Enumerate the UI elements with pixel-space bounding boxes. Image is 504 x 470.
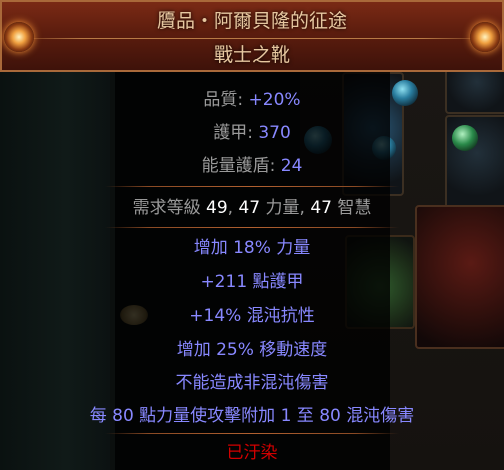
property-label: 護甲: <box>213 123 259 143</box>
requirement-int: 47 <box>310 198 332 218</box>
tooltip-header: 贗品・阿爾貝隆的征途 戰士之靴 <box>0 0 504 72</box>
modifier-line: 增加 18% 力量 <box>193 238 311 258</box>
modifier-line: +14% 混沌抗性 <box>189 306 315 326</box>
property-value: 370 <box>258 123 291 143</box>
header-divider <box>8 38 496 39</box>
section-divider <box>105 186 399 187</box>
item-name: 贗品・阿爾貝隆的征途 <box>156 10 347 32</box>
property-value: 24 <box>280 156 303 176</box>
item-tooltip: 贗品・阿爾貝隆的征途 戰士之靴 品質: +20% 護甲: 370 能量護盾: 2… <box>0 0 504 470</box>
requirement-level: 49 <box>206 198 228 218</box>
property-armour: 護甲: 370 <box>0 121 504 145</box>
modifier-line: 每 80 點力量使攻擊附加 1 至 80 混沌傷害 <box>89 406 415 426</box>
requirement-separator: , <box>299 198 311 218</box>
section-divider <box>105 227 399 228</box>
requirement-str: 47 <box>238 198 261 218</box>
requirements-line: 需求等級 49, 47 力量, 47 智慧 <box>0 196 504 220</box>
modifier-line: +211 點護甲 <box>200 272 304 292</box>
requirement-prefix: 需求等級 <box>132 198 207 218</box>
corrupted-label: 已汙染 <box>226 443 278 463</box>
requirement-int-label: 智慧 <box>331 198 372 218</box>
property-label: 能量護盾: <box>201 156 281 176</box>
modifier-line: 增加 25% 移動速度 <box>176 340 328 360</box>
modifier-line: 不能造成非混沌傷害 <box>175 373 329 393</box>
requirement-str-label: 力量 <box>260 198 300 218</box>
ornament-orb-icon <box>470 22 500 52</box>
requirement-separator: , <box>227 198 239 218</box>
property-energy-shield: 能量護盾: 24 <box>0 154 504 178</box>
property-value: +20% <box>248 90 301 110</box>
item-base-type: 戰士之靴 <box>213 44 290 66</box>
section-divider <box>105 433 399 434</box>
ornament-orb-icon <box>4 22 34 52</box>
property-quality: 品質: +20% <box>0 88 504 112</box>
property-label: 品質: <box>203 90 249 110</box>
